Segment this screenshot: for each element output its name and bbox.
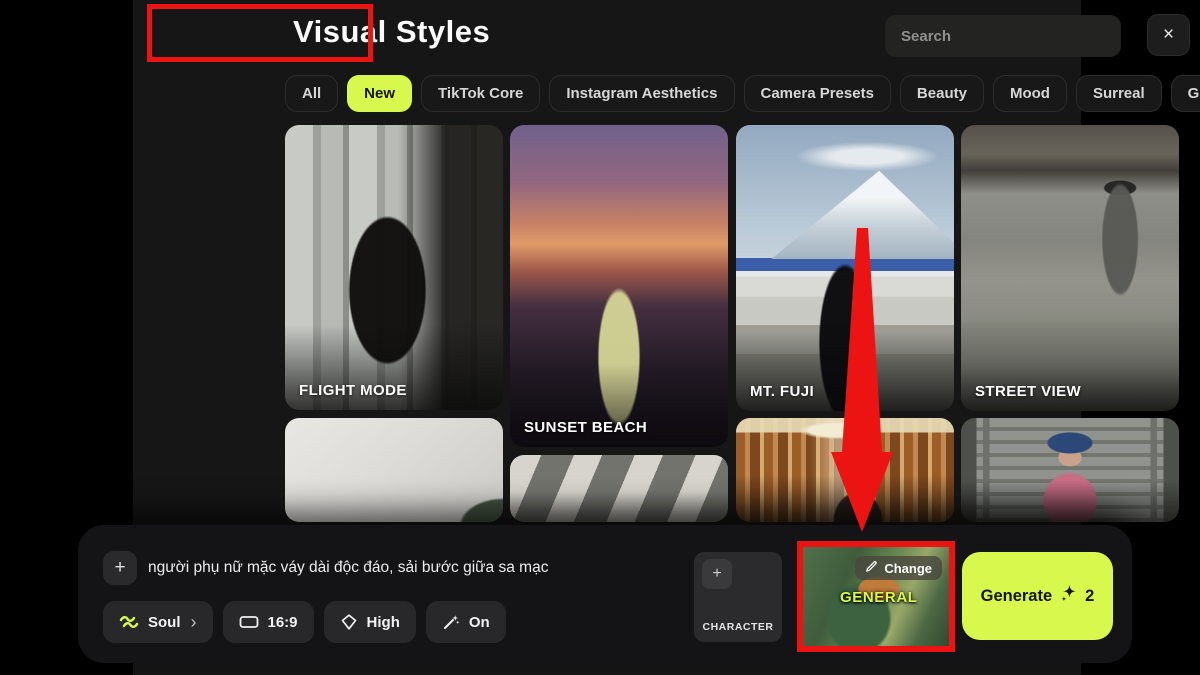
change-label: Change bbox=[884, 561, 932, 576]
screen: Visual Styles × All New TikTok Core Inst… bbox=[0, 0, 1200, 675]
style-card-flight-mode[interactable]: FLIGHT MODE bbox=[285, 125, 503, 410]
style-card-mt-fuji[interactable]: MT. FUJI bbox=[736, 125, 954, 411]
enhance-chip[interactable]: On bbox=[426, 601, 506, 643]
quality-chip[interactable]: High bbox=[324, 601, 416, 643]
style-card-label: FLIGHT MODE bbox=[299, 382, 407, 399]
filter-chip-all[interactable]: All bbox=[285, 75, 338, 112]
selected-style-value: GENERAL bbox=[840, 589, 918, 606]
filter-chip-instagram-aesthetics[interactable]: Instagram Aesthetics bbox=[549, 75, 734, 112]
chevron-right-icon: › bbox=[191, 612, 197, 633]
plus-icon: + bbox=[712, 565, 721, 583]
style-card-label: STREET VIEW bbox=[975, 383, 1081, 400]
filter-chip-row: All New TikTok Core Instagram Aesthetics… bbox=[285, 75, 1200, 112]
generate-credits: 2 bbox=[1085, 587, 1094, 606]
magic-wand-icon bbox=[442, 613, 460, 631]
change-style-button[interactable]: Change bbox=[855, 556, 942, 580]
generate-label: Generate bbox=[981, 587, 1053, 606]
style-card-row2-2[interactable] bbox=[510, 455, 728, 522]
style-card-label: SUNSET BEACH bbox=[524, 419, 647, 436]
composer-settings-row: Soul › 16:9 High bbox=[103, 601, 506, 643]
style-card-sunset-beach[interactable]: SUNSET BEACH bbox=[510, 125, 728, 447]
style-selector[interactable]: Change GENERAL bbox=[797, 541, 955, 652]
add-attachment-button[interactable]: + bbox=[103, 551, 137, 585]
enhance-label: On bbox=[469, 614, 490, 631]
filter-chip-camera-presets[interactable]: Camera Presets bbox=[744, 75, 891, 112]
filter-chip-beauty[interactable]: Beauty bbox=[900, 75, 984, 112]
generate-button[interactable]: Generate 2 bbox=[962, 552, 1113, 640]
composer-bar: + Soul › 16:9 bbox=[78, 525, 1132, 663]
character-label: CHARACTER bbox=[694, 621, 782, 633]
add-character-button[interactable]: + bbox=[702, 559, 732, 589]
aspect-ratio-label: 16:9 bbox=[268, 614, 298, 631]
close-icon: × bbox=[1163, 24, 1174, 46]
style-card-row2-3[interactable] bbox=[736, 418, 954, 522]
style-card-street-view[interactable]: STREET VIEW bbox=[961, 125, 1179, 411]
quality-label: High bbox=[367, 614, 400, 631]
aspect-ratio-chip[interactable]: 16:9 bbox=[223, 601, 314, 643]
sparkle-icon bbox=[1059, 584, 1078, 608]
soul-squiggle-icon bbox=[119, 614, 139, 630]
gem-icon bbox=[340, 613, 358, 631]
filter-chip-new[interactable]: New bbox=[347, 75, 412, 112]
filter-chip-surreal[interactable]: Surreal bbox=[1076, 75, 1162, 112]
pencil-icon bbox=[865, 560, 878, 576]
filter-chip-tiktok-core[interactable]: TikTok Core bbox=[421, 75, 540, 112]
filter-chip-mood[interactable]: Mood bbox=[993, 75, 1067, 112]
style-card-row2-1[interactable] bbox=[285, 418, 503, 522]
search-input[interactable] bbox=[885, 15, 1121, 57]
prompt-input[interactable] bbox=[148, 550, 708, 586]
page-title: Visual Styles bbox=[293, 14, 490, 50]
style-card-row2-4[interactable] bbox=[961, 418, 1179, 522]
style-selector-thumbnail: Change GENERAL bbox=[803, 547, 949, 646]
model-chip-label: Soul bbox=[148, 614, 181, 631]
model-chip-soul[interactable]: Soul › bbox=[103, 601, 213, 643]
plus-icon: + bbox=[114, 557, 125, 579]
filter-chip-graphic-art[interactable]: Graphic Art bbox=[1171, 75, 1200, 112]
aspect-ratio-icon bbox=[239, 615, 259, 629]
close-button[interactable]: × bbox=[1147, 14, 1190, 56]
character-selector[interactable]: + CHARACTER bbox=[694, 552, 782, 642]
style-card-label: MT. FUJI bbox=[750, 383, 814, 400]
